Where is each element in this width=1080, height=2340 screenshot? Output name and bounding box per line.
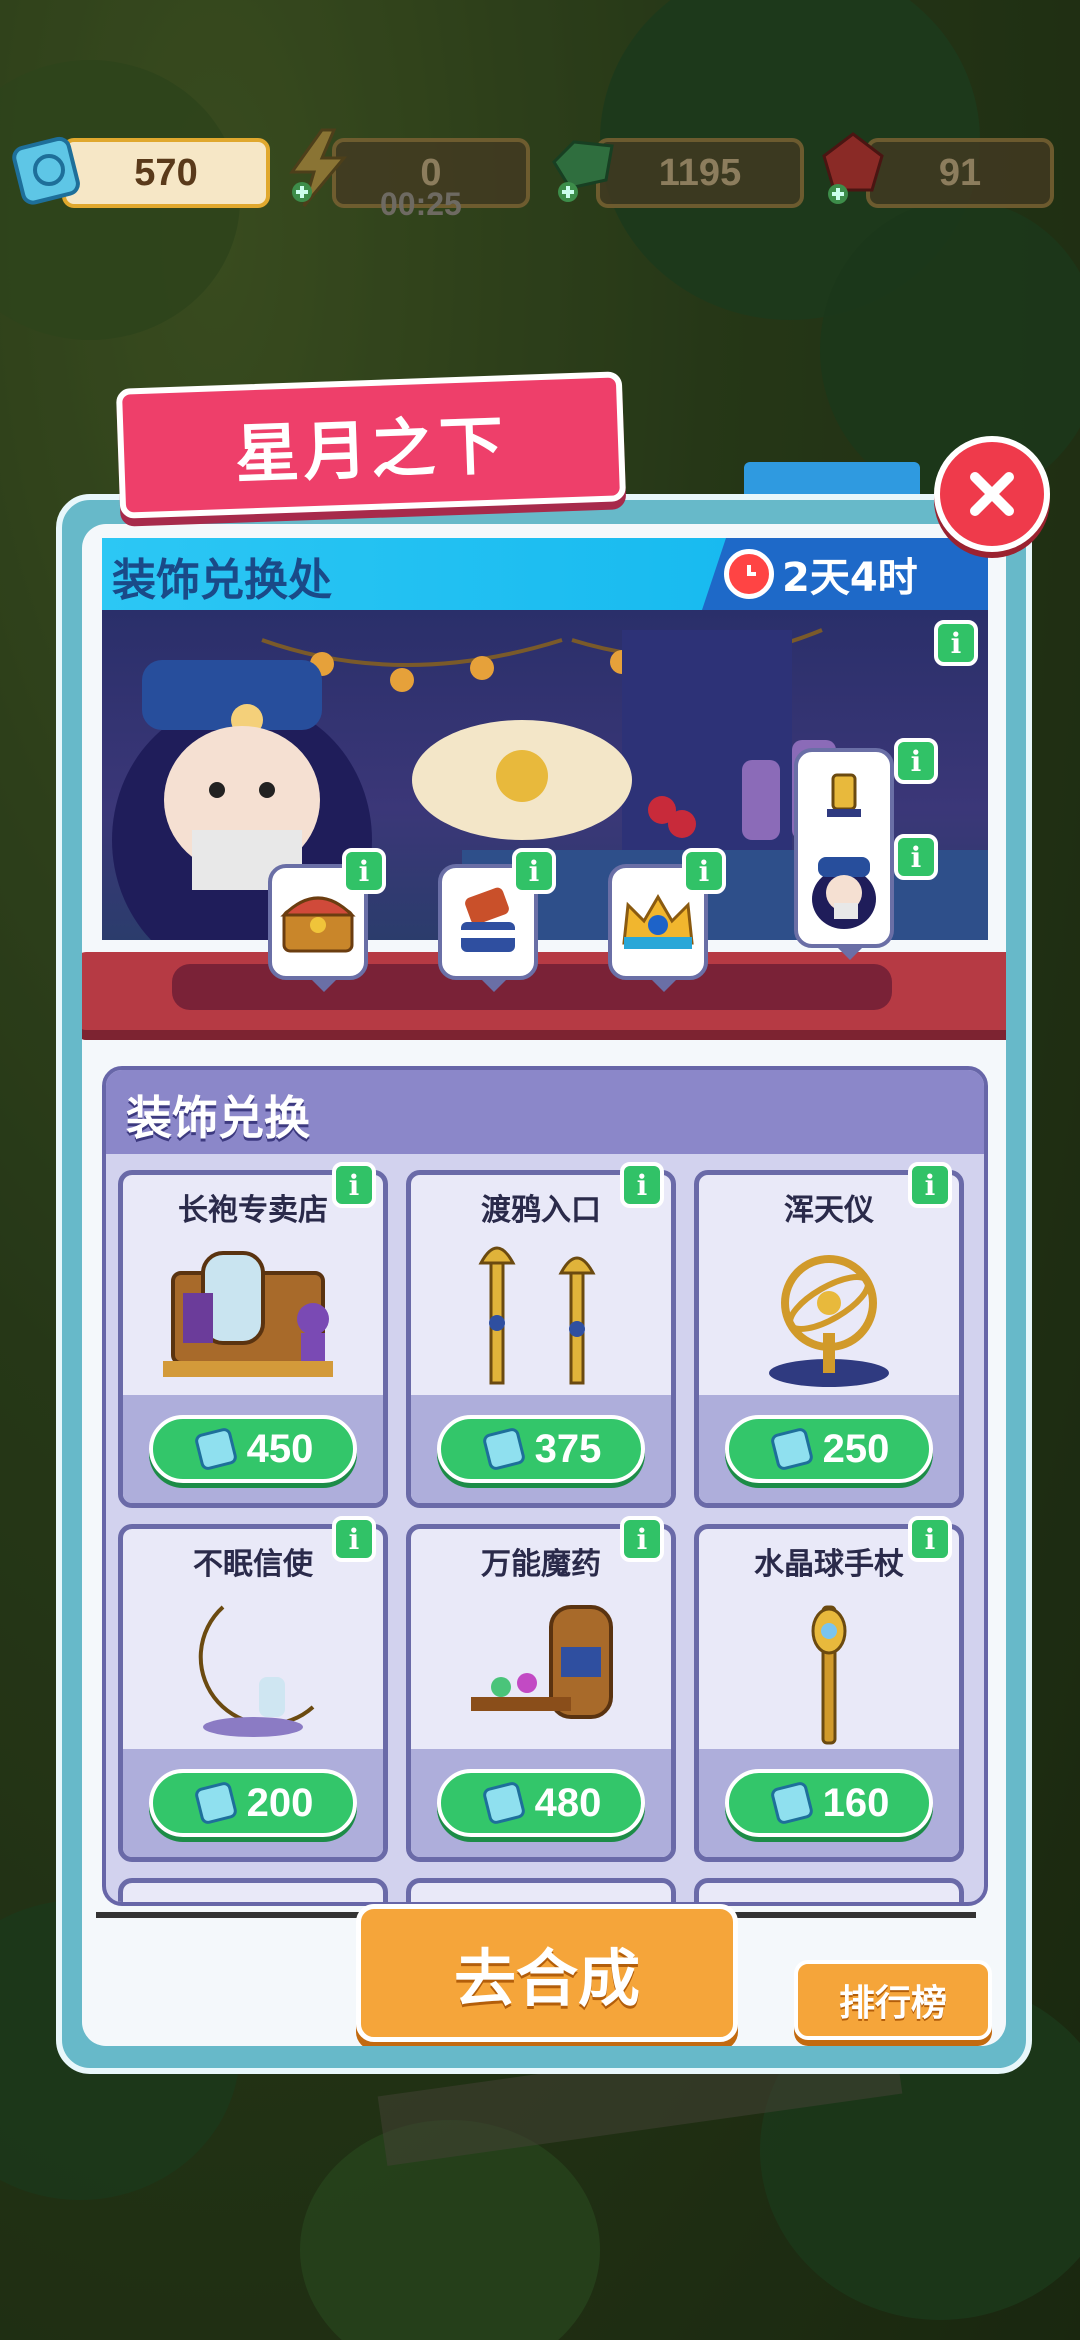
reward-chest-info[interactable]: i — [342, 848, 386, 894]
ruby-icon — [822, 132, 884, 204]
item-info-button[interactable]: i — [332, 1162, 376, 1208]
exchange-section: 装饰兑换 长袍专卖店 450 i 渡鸦入口 375 i 浑天仪 250 i 不眠… — [102, 1066, 988, 1906]
item-price: 200 — [246, 1780, 314, 1825]
ticket-icon — [770, 1782, 813, 1824]
event-title-ribbon: 星月之下 — [115, 371, 627, 519]
item-price: 450 — [246, 1426, 314, 1471]
exchange-item-partial[interactable] — [118, 1878, 388, 1902]
go-merge-button[interactable]: 去合成 — [356, 1904, 738, 2042]
treasure-chest-icon — [280, 896, 356, 953]
ticket-counter[interactable]: 570 — [12, 136, 270, 208]
crown-icon — [622, 894, 694, 949]
reward-lamp-info[interactable]: i — [894, 738, 938, 784]
ticket-icon — [482, 1428, 525, 1470]
item-price: 160 — [822, 1780, 890, 1825]
green-gem-icon — [552, 140, 614, 202]
ticket-icon — [770, 1428, 813, 1470]
event-countdown: 2天4时 — [702, 538, 988, 610]
clock-icon — [724, 549, 774, 599]
item-price: 480 — [534, 1780, 602, 1825]
raven-gate-icon — [478, 1246, 596, 1385]
exchange-title: 装饰兑换 — [126, 1091, 310, 1145]
item-price-area: 200 — [123, 1749, 383, 1857]
item-price-area: 160 — [699, 1749, 959, 1857]
exchange-header: 装饰兑换 — [106, 1070, 984, 1154]
exchange-item-robe-shop[interactable]: 长袍专卖店 450 — [118, 1170, 388, 1508]
exchange-item-raven-gate[interactable]: 渡鸦入口 375 — [406, 1170, 676, 1508]
exchange-item-crystal-staff[interactable]: 水晶球手杖 160 — [694, 1524, 964, 1862]
armillary-sphere-icon — [769, 1255, 889, 1387]
paint-brush-icon — [461, 887, 515, 952]
item-price-area: 480 — [411, 1749, 671, 1857]
lightning-icon — [289, 128, 348, 207]
moon-messenger-icon — [198, 1605, 315, 1737]
buy-button[interactable]: 250 — [725, 1415, 933, 1483]
potion-shelf-icon — [471, 1605, 613, 1719]
item-info-button[interactable]: i — [332, 1516, 376, 1562]
buy-button[interactable]: 480 — [437, 1769, 645, 1837]
exchange-item-armillary[interactable]: 浑天仪 250 — [694, 1170, 964, 1508]
shop-header: 装饰兑换处 2天4时 — [102, 538, 988, 610]
shop-title: 装饰兑换处 — [112, 555, 332, 606]
reward-crown-info[interactable]: i — [682, 848, 726, 894]
close-button[interactable] — [934, 436, 1050, 552]
item-info-button[interactable]: i — [908, 1162, 952, 1208]
ticket-icon — [482, 1782, 525, 1824]
ticket-amount: 570 — [62, 138, 270, 208]
ticket-icon — [12, 136, 80, 205]
item-info-button[interactable]: i — [620, 1516, 664, 1562]
ticket-icon — [194, 1428, 237, 1470]
exchange-item-potion[interactable]: 万能魔药 480 — [406, 1524, 676, 1862]
gem-amount: 1195 — [596, 138, 804, 208]
item-price-area: 375 — [411, 1395, 671, 1503]
reward-brush-info[interactable]: i — [512, 848, 556, 894]
reward-avatar-info[interactable]: i — [894, 834, 938, 880]
ruby-counter[interactable]: 91 — [816, 132, 1066, 208]
robe-shop-icon — [163, 1251, 333, 1377]
ruby-amount: 91 — [866, 138, 1054, 208]
item-price-area: 450 — [123, 1395, 383, 1503]
leaderboard-button[interactable]: 排行榜 — [794, 1960, 992, 2040]
reward-shelf — [82, 952, 1006, 1030]
item-price-area: 250 — [699, 1395, 959, 1503]
exchange-item-moon-messenger[interactable]: 不眠信使 200 — [118, 1524, 388, 1862]
buy-button[interactable]: 375 — [437, 1415, 645, 1483]
lamp-icon — [827, 773, 861, 817]
item-info-button[interactable]: i — [908, 1516, 952, 1562]
gem-counter[interactable]: 1195 — [546, 138, 804, 208]
scene-info-button[interactable]: i — [934, 620, 978, 666]
close-icon — [970, 472, 1014, 516]
item-price: 375 — [534, 1426, 602, 1471]
fortune-teller-avatar-icon — [812, 857, 876, 929]
item-info-button[interactable]: i — [620, 1162, 664, 1208]
buy-button[interactable]: 200 — [149, 1769, 357, 1837]
item-price: 250 — [822, 1426, 890, 1471]
buy-button[interactable]: 160 — [725, 1769, 933, 1837]
event-panel-inner: 装饰兑换处 2天4时 i i i i i i 装饰兑换 长袍专卖店 450 i … — [82, 524, 1006, 2046]
exchange-item-partial[interactable] — [406, 1878, 676, 1902]
crystal-staff-icon — [811, 1605, 847, 1745]
ticket-icon — [194, 1782, 237, 1824]
countdown-text: 2天4时 — [782, 555, 918, 601]
energy-timer: 00:25 — [380, 186, 462, 222]
reward-avatar-set[interactable] — [794, 748, 894, 960]
buy-button[interactable]: 450 — [149, 1415, 357, 1483]
exchange-item-partial[interactable] — [694, 1878, 964, 1902]
event-panel: 装饰兑换处 2天4时 i i i i i i 装饰兑换 长袍专卖店 450 i … — [56, 494, 1032, 2074]
